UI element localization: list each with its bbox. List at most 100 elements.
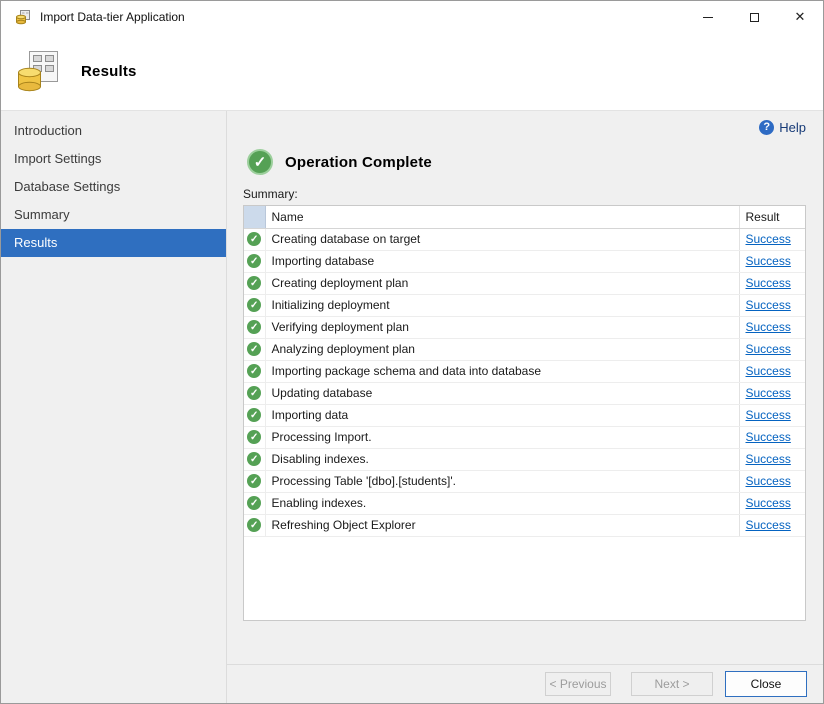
success-check-icon: ✓ <box>247 298 261 312</box>
table-row: ✓ Updating database Success <box>244 382 805 404</box>
row-status-cell: ✓ <box>244 426 265 448</box>
step-name: Creating deployment plan <box>265 272 739 294</box>
maximize-button[interactable] <box>731 1 777 33</box>
success-check-icon: ✓ <box>247 276 261 290</box>
help-row: ? Help <box>243 111 806 137</box>
row-result-cell: Success <box>739 492 805 514</box>
table-row: ✓Importing package schema and data into … <box>244 360 805 382</box>
row-result-cell: Success <box>739 382 805 404</box>
name-column-header: Name <box>265 206 739 228</box>
sidebar-item-results[interactable]: Results <box>1 229 226 257</box>
step-name: Importing data <box>265 404 739 426</box>
sidebar-item-database-settings[interactable]: Database Settings <box>1 173 226 201</box>
step-name: Updating database <box>265 382 739 404</box>
success-check-icon: ✓ <box>247 386 261 400</box>
result-link[interactable]: Success <box>746 386 791 400</box>
results-table-container: Name Result ✓ Creating database on target… <box>243 205 806 621</box>
result-link[interactable]: Success <box>746 320 791 334</box>
step-name: Processing Table '[dbo].[students]'. <box>265 470 739 492</box>
row-status-cell: ✓ <box>244 404 265 426</box>
page-title: Results <box>81 63 137 80</box>
table-header-row: Name Result <box>244 206 805 228</box>
row-result-cell: Success <box>739 272 805 294</box>
sidebar-item-introduction[interactable]: Introduction <box>1 117 226 145</box>
sidebar-item-summary[interactable]: Summary <box>1 201 226 229</box>
app-icon <box>15 9 31 25</box>
row-result-cell: Success <box>739 228 805 250</box>
success-check-icon: ✓ <box>247 408 261 422</box>
operation-complete-icon: ✓ <box>247 149 273 175</box>
next-button[interactable]: Next > <box>631 672 713 696</box>
table-row: ✓Enabling indexes.Success <box>244 492 805 514</box>
step-name: Analyzing deployment plan <box>265 338 739 360</box>
row-result-cell: Success <box>739 338 805 360</box>
minimize-button[interactable] <box>685 1 731 33</box>
success-check-icon: ✓ <box>247 254 261 268</box>
help-icon: ? <box>759 120 774 135</box>
results-table-body: ✓Creating database on targetSuccess✓Impo… <box>244 228 805 536</box>
success-check-icon: ✓ <box>247 430 261 444</box>
help-label: Help <box>779 120 806 135</box>
table-row: ✓ Importing database Success <box>244 250 805 272</box>
step-name: Creating database on target <box>265 228 739 250</box>
row-status-cell: ✓ <box>244 514 265 536</box>
table-row: ✓ Analyzing deployment plan Success <box>244 338 805 360</box>
success-check-icon: ✓ <box>247 320 261 334</box>
window-title: Import Data-tier Application <box>40 10 185 24</box>
result-link[interactable]: Success <box>746 232 791 246</box>
status-column-header <box>244 206 265 228</box>
maximize-icon <box>750 13 759 22</box>
title-bar: Import Data-tier Application ✕ <box>1 1 823 33</box>
result-column-header: Result <box>739 206 805 228</box>
table-row: ✓Creating database on targetSuccess <box>244 228 805 250</box>
row-status-cell: ✓ <box>244 360 265 382</box>
step-name: Initializing deployment <box>265 294 739 316</box>
result-link[interactable]: Success <box>746 342 791 356</box>
step-name: Disabling indexes. <box>265 448 739 470</box>
result-link[interactable]: Success <box>746 496 791 510</box>
result-link[interactable]: Success <box>746 298 791 312</box>
table-row: ✓Verifying deployment planSuccess <box>244 316 805 338</box>
close-button[interactable]: Close <box>725 671 807 697</box>
row-result-cell: Success <box>739 360 805 382</box>
table-row: ✓Refreshing Object ExplorerSuccess <box>244 514 805 536</box>
close-window-button[interactable]: ✕ <box>777 1 823 33</box>
success-check-icon: ✓ <box>247 342 261 356</box>
help-link[interactable]: ? Help <box>759 120 806 135</box>
result-link[interactable]: Success <box>746 364 791 378</box>
row-status-cell: ✓ <box>244 338 265 360</box>
wizard-header: Results <box>1 33 823 111</box>
result-link[interactable]: Success <box>746 254 791 268</box>
row-result-cell: Success <box>739 514 805 536</box>
content-area: ? Help ✓ Operation Complete Summary: N <box>227 111 823 664</box>
step-name: Processing Import. <box>265 426 739 448</box>
summary-label: Summary: <box>243 187 806 201</box>
row-result-cell: Success <box>739 316 805 338</box>
row-status-cell: ✓ <box>244 272 265 294</box>
result-link[interactable]: Success <box>746 518 791 532</box>
success-check-icon: ✓ <box>247 452 261 466</box>
table-row: ✓ Importing data Success <box>244 404 805 426</box>
sidebar-item-import-settings[interactable]: Import Settings <box>1 145 226 173</box>
table-row: ✓ Creating deployment plan Success <box>244 272 805 294</box>
step-name: Importing database <box>265 250 739 272</box>
row-status-cell: ✓ <box>244 448 265 470</box>
row-status-cell: ✓ <box>244 382 265 404</box>
minimize-icon <box>703 17 713 18</box>
table-row: ✓ Processing Import. Success <box>244 426 805 448</box>
table-row: ✓Processing Table '[dbo].[students]'.Suc… <box>244 470 805 492</box>
content-column: ? Help ✓ Operation Complete Summary: N <box>227 111 823 703</box>
row-result-cell: Success <box>739 426 805 448</box>
result-link[interactable]: Success <box>746 276 791 290</box>
row-status-cell: ✓ <box>244 316 265 338</box>
result-link[interactable]: Success <box>746 452 791 466</box>
step-name: Importing package schema and data into d… <box>265 360 739 382</box>
success-check-icon: ✓ <box>247 496 261 510</box>
results-table: Name Result ✓ Creating database on target… <box>244 206 805 537</box>
row-result-cell: Success <box>739 250 805 272</box>
previous-button[interactable]: < Previous <box>545 672 611 696</box>
row-result-cell: Success <box>739 470 805 492</box>
result-link[interactable]: Success <box>746 408 791 422</box>
result-link[interactable]: Success <box>746 474 791 488</box>
result-link[interactable]: Success <box>746 430 791 444</box>
